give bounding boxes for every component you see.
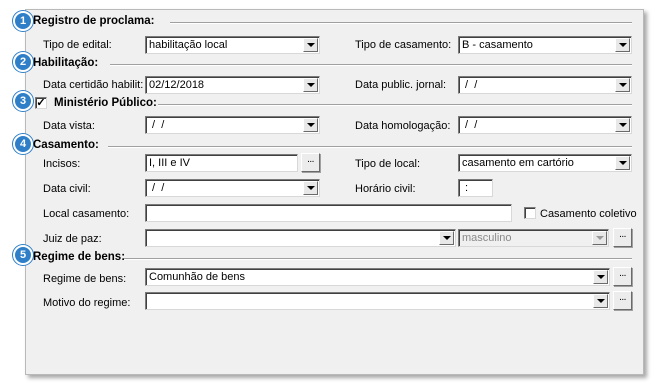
section-title-registro: Registro de proclama: [33, 15, 155, 27]
section-divider [170, 22, 632, 24]
dropdown-button[interactable] [439, 231, 454, 245]
regime-bens-select[interactable]: Comunhão de bens [145, 268, 610, 286]
tipo-edital-label: Tipo de edital: [43, 39, 112, 51]
casamento-coletivo-label: Casamento coletivo [540, 208, 637, 220]
dropdown-button[interactable] [615, 118, 630, 132]
regime-bens-label: Regime de bens: [43, 273, 127, 285]
chevron-down-icon [306, 43, 315, 47]
horario-civil-value: : [462, 182, 469, 194]
chevron-down-icon [306, 83, 315, 87]
horario-civil-input[interactable]: : [458, 179, 493, 197]
genero-value: masculino [462, 232, 512, 244]
ministerio-checkbox[interactable]: ✓ [35, 97, 47, 109]
section-title-habilitacao: Habilitação: [33, 57, 99, 69]
incisos-browse-button[interactable]: ... [301, 153, 320, 172]
horario-civil-label: Horário civil: [355, 183, 416, 195]
dropdown-button[interactable] [593, 294, 608, 308]
data-vista-label: Data vista: [43, 120, 95, 132]
incisos-value: I, III e IV [149, 157, 190, 169]
tipo-local-select[interactable]: casamento em cartório [458, 154, 632, 172]
local-casamento-label: Local casamento: [43, 208, 130, 220]
juiz-paz-label: Juiz de paz: [43, 233, 102, 245]
motivo-regime-label: Motivo do regime: [43, 297, 131, 309]
data-public-datepicker[interactable]: / / [458, 76, 632, 94]
section-title-regime: Regime de bens: [33, 251, 126, 263]
dropdown-button[interactable] [615, 38, 630, 52]
data-certidao-label: Data certidão habilit: [43, 79, 144, 91]
dropdown-button[interactable] [615, 78, 630, 92]
section-divider [124, 258, 632, 260]
tipo-casamento-value: B - casamento [462, 39, 533, 51]
data-civil-value: / / [149, 182, 165, 194]
casamento-coletivo-checkbox[interactable] [524, 207, 536, 219]
incisos-input[interactable]: I, III e IV [145, 154, 298, 172]
regime-bens-value: Comunhão de bens [149, 271, 246, 283]
data-vista-value: / / [149, 119, 165, 131]
chevron-down-icon [618, 161, 627, 165]
juiz-paz-browse-button[interactable]: ... [613, 228, 632, 247]
tipo-edital-value: habilitação local [149, 39, 228, 51]
tipo-casamento-label: Tipo de casamento: [355, 39, 452, 51]
data-civil-label: Data civil: [43, 183, 91, 195]
step-badge-4: 4 [13, 134, 33, 154]
data-vista-datepicker[interactable]: / / [145, 116, 320, 134]
chevron-down-icon [596, 299, 605, 303]
dropdown-button[interactable] [303, 38, 318, 52]
section-title-casamento: Casamento: [33, 139, 99, 151]
juiz-paz-select[interactable] [145, 229, 456, 247]
chevron-down-icon [618, 83, 627, 87]
data-homologacao-datepicker[interactable]: / / [458, 116, 632, 134]
regime-bens-browse-button[interactable]: ... [613, 267, 632, 286]
chevron-down-icon [306, 186, 315, 190]
section-divider [158, 104, 632, 106]
data-homologacao-value: / / [462, 119, 478, 131]
tipo-local-value: casamento em cartório [462, 157, 574, 169]
dropdown-button[interactable] [303, 181, 318, 195]
chevron-down-icon [618, 123, 627, 127]
dropdown-button[interactable] [593, 270, 608, 284]
motivo-regime-select[interactable] [145, 292, 610, 310]
dropdown-button[interactable] [303, 118, 318, 132]
chevron-down-icon [595, 236, 604, 240]
data-public-value: / / [462, 79, 478, 91]
section-divider [108, 146, 632, 148]
tipo-local-label: Tipo de local: [355, 158, 421, 170]
step-badge-5: 5 [13, 245, 33, 265]
data-public-label: Data public. jornal: [355, 79, 447, 91]
dropdown-button[interactable] [303, 78, 318, 92]
local-casamento-input[interactable] [145, 204, 512, 222]
section-title-ministerio: Ministério Público: [54, 97, 157, 109]
data-certidao-datepicker[interactable]: 02/12/2018 [145, 76, 320, 94]
chevron-down-icon [306, 123, 315, 127]
motivo-regime-browse-button[interactable]: ... [613, 291, 632, 310]
data-civil-datepicker[interactable]: / / [145, 179, 320, 197]
chevron-down-icon [596, 275, 605, 279]
step-badge-2: 2 [13, 52, 33, 72]
tipo-edital-select[interactable]: habilitação local [145, 36, 320, 54]
step-badge-3: 3 [13, 91, 33, 111]
incisos-label: Incisos: [43, 158, 81, 170]
data-homologacao-label: Data homologação: [355, 120, 451, 132]
tipo-casamento-select[interactable]: B - casamento [458, 36, 632, 54]
dropdown-button[interactable] [615, 156, 630, 170]
chevron-down-icon [442, 236, 451, 240]
step-badge-1: 1 [13, 11, 33, 31]
data-certidao-value: 02/12/2018 [149, 79, 205, 91]
section-divider [110, 64, 632, 66]
chevron-down-icon [618, 43, 627, 47]
genero-select: masculino [458, 229, 609, 247]
dropdown-button [592, 231, 607, 245]
